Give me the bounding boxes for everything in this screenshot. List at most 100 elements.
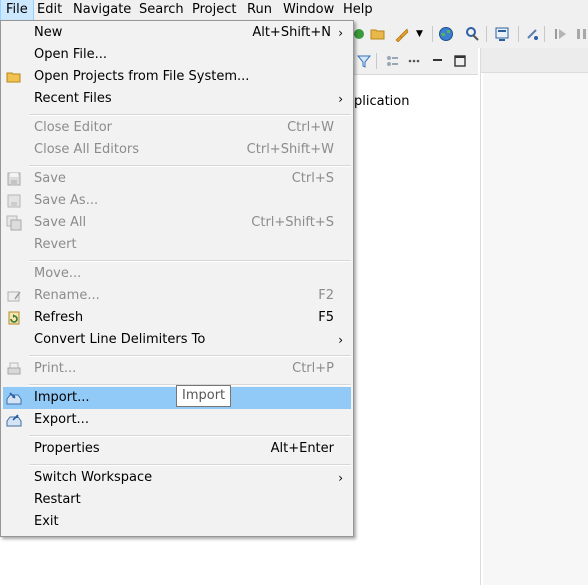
save-as-icon <box>7 194 21 208</box>
rename-icon <box>7 291 21 302</box>
menu-item-open-file[interactable]: Open File... <box>3 44 351 66</box>
menu-item-accelerator: Ctrl+Shift+W <box>246 142 334 157</box>
console-icon[interactable] <box>494 26 510 42</box>
toolbar-separator <box>486 26 487 42</box>
menu-item-new[interactable]: New Alt+Shift+N › <box>3 22 351 44</box>
toolbar-separator <box>432 26 433 42</box>
menu-item-revert[interactable]: Revert <box>3 234 351 256</box>
menu-item-save[interactable]: Save Ctrl+S <box>3 168 351 190</box>
menu-item-save-as[interactable]: Save As... <box>3 190 351 212</box>
menu-item-label: Save All <box>34 215 87 230</box>
view-toolbar <box>354 48 478 75</box>
toolbar-separator <box>518 26 519 42</box>
chevron-down-icon[interactable]: ▼ <box>416 26 432 42</box>
menu-file[interactable]: File <box>0 0 34 21</box>
launch-icon[interactable] <box>394 26 410 42</box>
globe-icon[interactable] <box>438 26 454 42</box>
menu-separator <box>29 165 351 167</box>
menu-separator <box>29 435 351 437</box>
menu-item-restart[interactable]: Restart <box>3 489 351 511</box>
menu-item-switch-workspace[interactable]: Switch Workspace › <box>3 467 351 489</box>
menu-window[interactable]: Window <box>278 0 339 20</box>
menu-item-label: Export... <box>34 412 89 427</box>
filter-icon[interactable] <box>356 53 372 69</box>
menu-item-open-projects[interactable]: Open Projects from File System... <box>3 66 351 88</box>
menu-item-label: Exit <box>34 514 59 529</box>
main-toolbar: ▼ <box>354 20 588 48</box>
menu-help[interactable]: Help <box>338 0 378 20</box>
menu-item-label: Convert Line Delimiters To <box>34 332 206 347</box>
menu-item-move[interactable]: Move... <box>3 263 351 285</box>
refresh-icon <box>8 311 20 325</box>
minimize-icon[interactable] <box>430 53 446 69</box>
print-icon <box>7 362 21 375</box>
menu-item-save-all[interactable]: Save All Ctrl+Shift+S <box>3 212 351 234</box>
menu-item-accelerator: Ctrl+P <box>292 361 334 376</box>
menu-item-label: Print... <box>34 361 77 376</box>
menu-item-label: Rename... <box>34 288 100 303</box>
menu-item-label: Close Editor <box>34 120 113 135</box>
file-menu: New Alt+Shift+N › Open File... Open Proj… <box>0 20 354 537</box>
maximize-icon[interactable] <box>452 53 468 69</box>
menu-item-label: Open Projects from File System... <box>34 69 250 84</box>
menu-item-label: Move... <box>34 266 82 281</box>
menu-separator <box>29 260 351 262</box>
view-menu-icon[interactable] <box>384 53 400 69</box>
save-all-icon <box>6 215 22 231</box>
menu-item-accelerator: Ctrl+S <box>291 171 334 186</box>
more-options-icon[interactable] <box>406 53 422 69</box>
open-folder-icon[interactable] <box>370 26 386 42</box>
menu-item-label: Close All Editors <box>34 142 140 157</box>
menu-project[interactable]: Project <box>187 0 241 20</box>
suspend-icon[interactable] <box>574 26 588 42</box>
right-panel <box>480 48 588 585</box>
run-icon[interactable] <box>354 26 370 42</box>
menu-item-label: New <box>34 25 63 40</box>
menu-item-label: Import... <box>34 390 90 405</box>
menu-item-label: Open File... <box>34 47 108 62</box>
menu-separator <box>29 355 351 357</box>
menu-item-close-editor[interactable]: Close Editor Ctrl+W <box>3 117 351 139</box>
menu-item-label: Restart <box>34 492 81 507</box>
menu-run[interactable]: Run <box>242 0 277 20</box>
menu-item-accelerator: F2 <box>318 288 334 303</box>
right-panel-body <box>481 73 588 585</box>
search-icon[interactable] <box>464 26 480 42</box>
menu-item-convert-line-delimiters[interactable]: Convert Line Delimiters To › <box>3 329 351 351</box>
menu-navigate[interactable]: Navigate <box>68 0 136 20</box>
menu-item-label: Revert <box>34 237 77 252</box>
menu-item-accelerator: Ctrl+Shift+S <box>251 215 334 230</box>
menu-item-properties[interactable]: Properties Alt+Enter <box>3 438 351 460</box>
submenu-arrow-icon: › <box>338 471 343 485</box>
menu-item-exit[interactable]: Exit <box>3 511 351 533</box>
menu-item-label: Refresh <box>34 310 84 325</box>
menu-item-print[interactable]: Print... Ctrl+P <box>3 358 351 380</box>
package-explorer-partial-text: plication <box>354 94 410 109</box>
menu-item-label: Recent Files <box>34 91 112 106</box>
import-icon <box>6 392 22 405</box>
resume-icon[interactable] <box>552 26 568 42</box>
menu-item-label: Properties <box>34 441 100 456</box>
menu-search[interactable]: Search <box>134 0 189 20</box>
import-tooltip: Import <box>176 385 232 407</box>
toolbar-separator <box>376 53 377 69</box>
toolbar-separator <box>544 26 545 42</box>
folder-icon <box>6 72 21 83</box>
menu-item-close-all-editors[interactable]: Close All Editors Ctrl+Shift+W <box>3 139 351 161</box>
submenu-arrow-icon: › <box>338 333 343 347</box>
menu-item-label: Save As... <box>34 193 99 208</box>
submenu-arrow-icon: › <box>338 26 343 40</box>
menu-item-accelerator: Ctrl+W <box>287 120 334 135</box>
export-icon <box>6 414 22 427</box>
debug-icon[interactable] <box>524 26 540 42</box>
menu-edit[interactable]: Edit <box>32 0 67 20</box>
menu-item-recent-files[interactable]: Recent Files › <box>3 88 351 110</box>
submenu-arrow-icon: › <box>338 92 343 106</box>
menu-item-export[interactable]: Export... <box>3 409 351 431</box>
menu-item-refresh[interactable]: Refresh F5 <box>3 307 351 329</box>
menu-item-accelerator: Alt+Enter <box>270 441 334 456</box>
menu-item-label: Switch Workspace <box>34 470 153 485</box>
menu-item-rename[interactable]: Rename... F2 <box>3 285 351 307</box>
menu-separator <box>29 464 351 466</box>
right-panel-header <box>481 48 588 73</box>
